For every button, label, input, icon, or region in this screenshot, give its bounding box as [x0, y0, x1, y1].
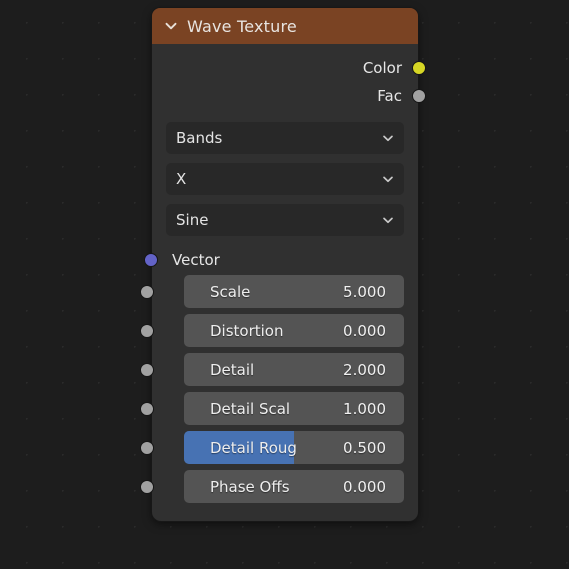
value-row-scale[interactable]: Scale 5.000	[140, 275, 404, 308]
slider-scale-value: 5.000	[343, 282, 386, 301]
slider-distortion[interactable]: Distortion 0.000	[184, 314, 404, 347]
slider-phase-offset[interactable]: Phase Offs 0.000	[184, 470, 404, 503]
node-header[interactable]: Wave Texture	[152, 8, 418, 44]
dropdown-bands-direction-value: X	[176, 170, 187, 188]
chevron-down-icon[interactable]	[381, 213, 395, 227]
dropdown-wave-type-value: Bands	[176, 129, 223, 147]
socket-dot-vector[interactable]	[144, 253, 158, 267]
value-row-detail-roughness[interactable]: Detail Roug 0.500	[140, 431, 404, 464]
slider-detail-scale[interactable]: Detail Scal 1.000	[184, 392, 404, 425]
node-title: Wave Texture	[187, 16, 297, 36]
socket-dot-detail[interactable]	[140, 362, 154, 377]
input-socket-vector[interactable]: Vector	[144, 245, 418, 275]
slider-distortion-label: Distortion	[210, 321, 284, 340]
slider-detail-value: 2.000	[343, 360, 386, 379]
output-socket-color[interactable]: Color	[152, 54, 426, 82]
dropdown-group: Bands X Sine	[152, 110, 418, 236]
slider-distortion-value: 0.000	[343, 321, 386, 340]
dropdown-wave-type[interactable]: Bands	[166, 122, 404, 154]
value-row-detail[interactable]: Detail 2.000	[140, 353, 404, 386]
value-row-distortion[interactable]: Distortion 0.000	[140, 314, 404, 347]
slider-detail-scale-value: 1.000	[343, 399, 386, 418]
node-editor-canvas[interactable]: Wave Texture Color Fac Bands X Sine Vect…	[0, 0, 569, 569]
output-sockets: Color Fac	[152, 44, 426, 110]
input-socket-vector-label: Vector	[172, 251, 220, 269]
socket-dot-scale[interactable]	[140, 284, 154, 299]
slider-phase-offset-label: Phase Offs	[210, 477, 290, 496]
slider-detail-scale-label: Detail Scal	[210, 399, 291, 418]
slider-detail-roughness-label: Detail Roug	[210, 438, 297, 457]
socket-dot-fac[interactable]	[412, 89, 426, 103]
wave-texture-node[interactable]: Wave Texture Color Fac Bands X Sine Vect…	[140, 8, 426, 521]
dropdown-bands-direction[interactable]: X	[166, 163, 404, 195]
chevron-down-icon[interactable]	[381, 131, 395, 145]
slider-detail[interactable]: Detail 2.000	[184, 353, 404, 386]
socket-dot-distortion[interactable]	[140, 323, 154, 338]
dropdown-wave-profile[interactable]: Sine	[166, 204, 404, 236]
node-body: Color Fac Bands X Sine Vector Scale 5.00…	[140, 44, 426, 521]
slider-detail-roughness-value: 0.500	[343, 438, 386, 457]
socket-dot-phase-offset[interactable]	[140, 479, 154, 494]
dropdown-wave-profile-value: Sine	[176, 211, 209, 229]
socket-dot-detail-roughness[interactable]	[140, 440, 154, 455]
slider-phase-offset-value: 0.000	[343, 477, 386, 496]
slider-scale[interactable]: Scale 5.000	[184, 275, 404, 308]
chevron-down-icon[interactable]	[162, 17, 180, 35]
chevron-down-icon[interactable]	[381, 172, 395, 186]
socket-dot-color[interactable]	[412, 61, 426, 75]
slider-scale-label: Scale	[210, 282, 251, 301]
value-input-group: Scale 5.000 Distortion 0.000 Detail 2.00…	[140, 275, 418, 503]
slider-detail-label: Detail	[210, 360, 255, 379]
slider-detail-roughness[interactable]: Detail Roug 0.500	[184, 431, 404, 464]
value-row-detail-scale[interactable]: Detail Scal 1.000	[140, 392, 404, 425]
output-socket-fac-label: Fac	[377, 87, 402, 105]
output-socket-fac[interactable]: Fac	[152, 82, 426, 110]
value-row-phase-offset[interactable]: Phase Offs 0.000	[140, 470, 404, 503]
socket-dot-detail-scale[interactable]	[140, 401, 154, 416]
output-socket-color-label: Color	[362, 59, 402, 77]
